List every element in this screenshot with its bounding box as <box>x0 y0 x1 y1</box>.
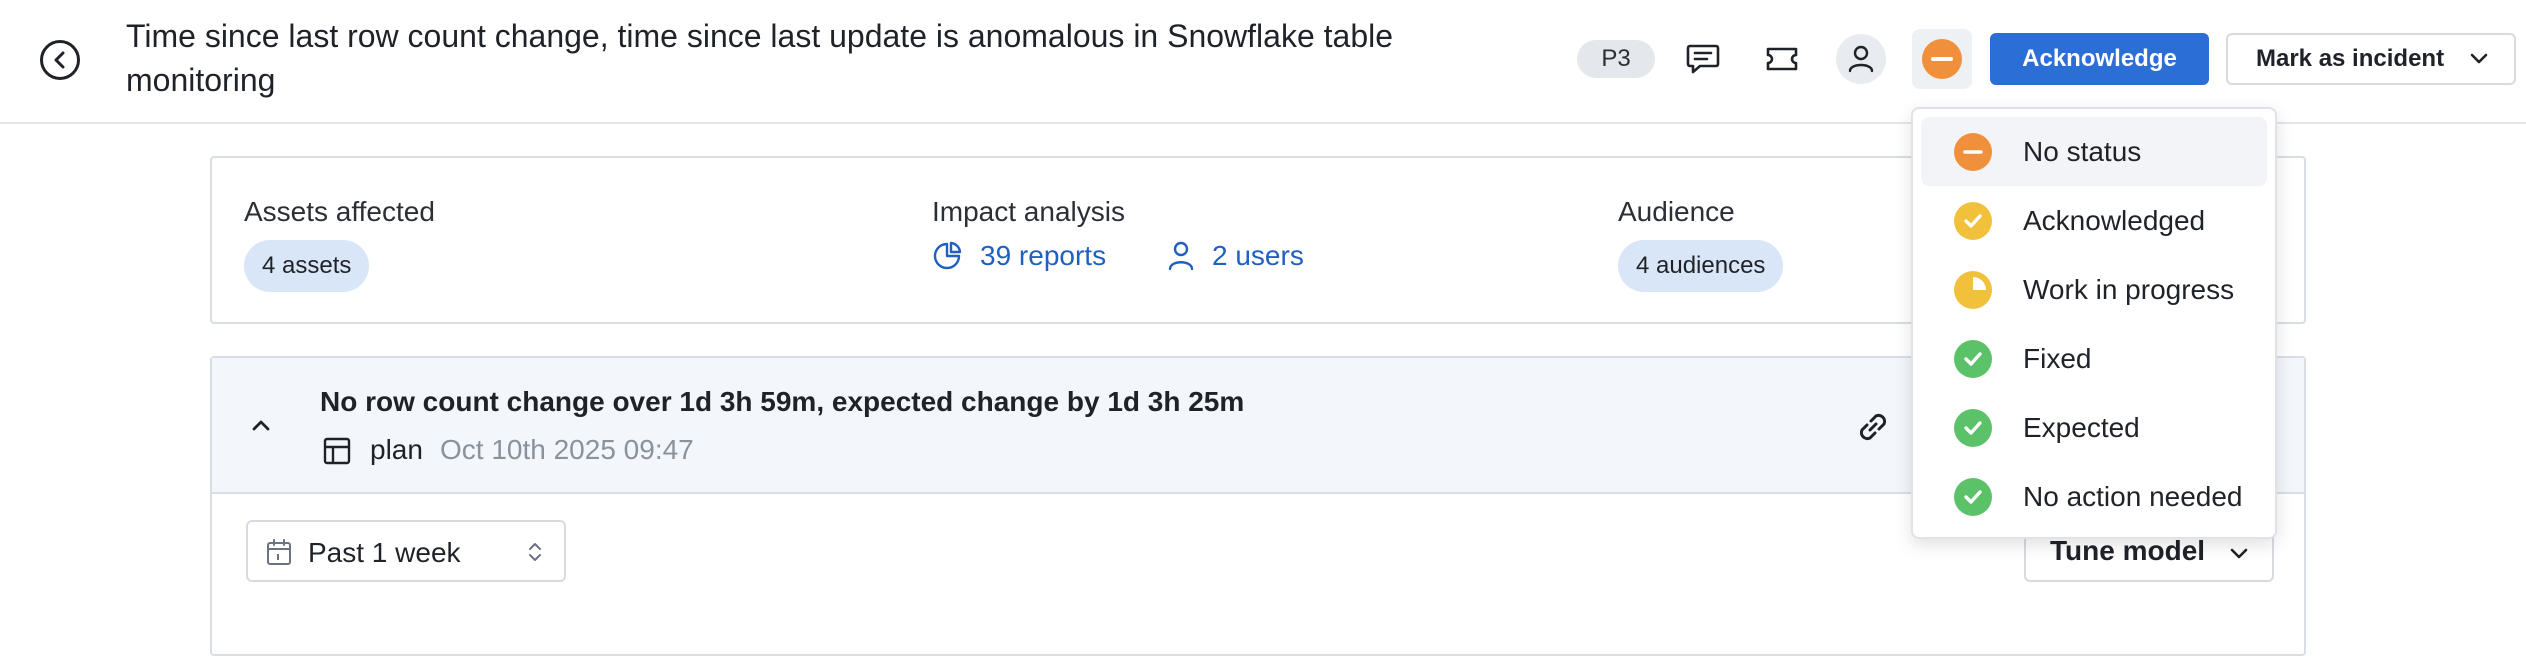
comment-button[interactable] <box>1678 34 1728 84</box>
assets-affected-label: Assets affected <box>244 196 435 227</box>
priority-badge[interactable]: P3 <box>1577 40 1655 78</box>
impact-analysis-label: Impact analysis <box>932 196 1125 227</box>
status-option-label: No action needed <box>2023 480 2243 512</box>
check-icon <box>1953 339 1993 379</box>
pie-progress-icon <box>1953 270 1993 310</box>
status-dropdown-menu: No status Acknowledged Work in progress … <box>1911 107 2277 539</box>
user-icon <box>1168 241 1194 271</box>
table-icon <box>323 437 351 465</box>
minus-icon <box>1953 132 1993 172</box>
users-link-text: 2 users <box>1212 240 1304 271</box>
mark-as-incident-button[interactable]: Mark as incident <box>2226 33 2516 85</box>
status-option-expected[interactable]: Expected <box>1921 393 2267 462</box>
status-option-label: Expected <box>2023 411 2140 443</box>
top-bar: Time since last row count change, time s… <box>0 0 2526 124</box>
acknowledge-button[interactable]: Acknowledge <box>1990 33 2209 85</box>
status-option-no-status[interactable]: No status <box>1921 117 2267 186</box>
reports-link-text: 39 reports <box>980 240 1107 271</box>
audience-pill[interactable]: 4 audiences <box>1618 240 1784 292</box>
status-option-label: No status <box>2023 135 2142 167</box>
chevron-left-icon <box>54 51 65 69</box>
tune-model-label: Tune model <box>2050 535 2206 566</box>
status-option-label: Acknowledged <box>2023 204 2206 236</box>
status-option-work-in-progress[interactable]: Work in progress <box>1921 255 2267 324</box>
comment-icon <box>1686 44 1720 74</box>
status-option-fixed[interactable]: Fixed <box>1921 324 2267 393</box>
reports-link[interactable]: 39 reports <box>932 240 1106 272</box>
chevron-down-icon <box>2230 548 2248 559</box>
ticket-button[interactable] <box>1757 34 1807 84</box>
status-button[interactable] <box>1912 29 1972 89</box>
anomaly-timestamp: Oct 10th 2025 09:47 <box>440 434 694 465</box>
time-period-select[interactable]: Past 1 week <box>246 520 566 582</box>
status-option-label: Fixed <box>2023 342 2092 374</box>
status-option-acknowledged[interactable]: Acknowledged <box>1921 186 2267 255</box>
check-icon <box>1953 408 1993 448</box>
check-icon <box>1953 477 1993 517</box>
pie-chart-icon <box>933 241 962 270</box>
page-title: Time since last row count change, time s… <box>126 18 1394 98</box>
no-status-icon <box>1922 39 1962 79</box>
users-link[interactable]: 2 users <box>1168 240 1304 272</box>
link-icon[interactable] <box>1852 406 1894 448</box>
mark-as-incident-label: Mark as incident <box>2256 45 2445 72</box>
audience-label: Audience <box>1618 196 1735 227</box>
table-name[interactable]: plan <box>370 434 423 466</box>
up-down-icon <box>529 543 541 561</box>
status-option-no-action-needed[interactable]: No action needed <box>1921 462 2267 531</box>
chevron-up-icon[interactable] <box>246 410 276 440</box>
ticket-icon <box>1766 47 1798 71</box>
back-button[interactable] <box>40 40 80 80</box>
chevron-down-icon <box>2470 53 2488 64</box>
assets-pill[interactable]: 4 assets <box>244 240 370 292</box>
user-icon <box>1848 45 1874 73</box>
assignee-button[interactable] <box>1836 34 1886 84</box>
check-icon <box>1953 201 1993 241</box>
time-period-value: Past 1 week <box>308 537 461 568</box>
anomaly-title: No row count change over 1d 3h 59m, expe… <box>320 386 1245 417</box>
calendar-icon <box>267 539 291 565</box>
status-option-label: Work in progress <box>2023 273 2235 305</box>
